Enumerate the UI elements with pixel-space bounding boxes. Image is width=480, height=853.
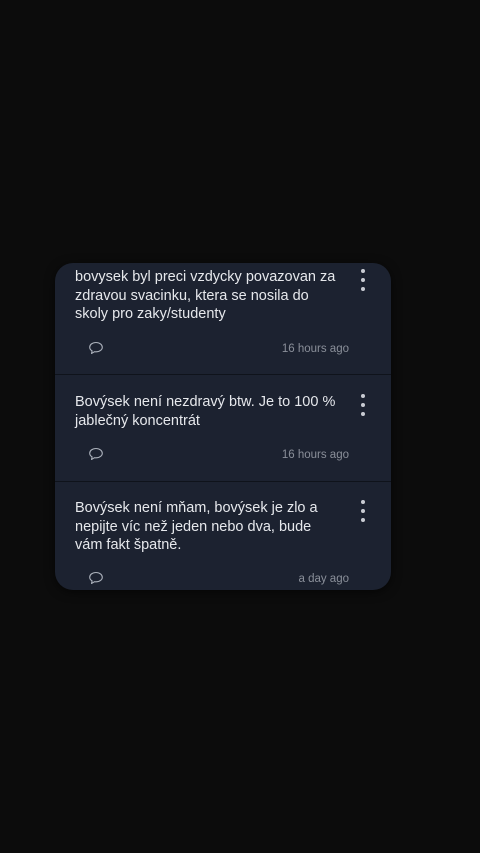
comment-timestamp: 16 hours ago [281, 449, 349, 461]
comment-text: Bovýsek není mňam, bovýsek je zlo a nepi… [75, 500, 318, 553]
dot [361, 394, 365, 398]
dot [361, 287, 365, 291]
dot [361, 509, 365, 513]
comment-item: bovysek byl preci vzdycky povazovan za z… [55, 263, 391, 374]
dot [361, 412, 365, 416]
comment-timestamp: 16 hours ago [281, 343, 349, 355]
more-options-icon[interactable] [357, 500, 369, 522]
dot [361, 518, 365, 522]
reply-speech-bubble-icon[interactable] [88, 447, 104, 461]
comment-item: Bovýsek není mňam, bovýsek je zlo a nepi… [55, 482, 391, 590]
dot [361, 500, 365, 504]
comment-item: Bovýsek není nezdravý btw. Je to 100 % j… [55, 375, 391, 481]
comment-list-card: bovysek byl preci vzdycky povazovan za z… [55, 263, 391, 590]
dot [361, 269, 365, 273]
comment-timestamp: a day ago [298, 573, 349, 585]
reply-speech-bubble-icon[interactable] [88, 341, 104, 355]
comment-text: Bovýsek není nezdravý btw. Je to 100 % j… [75, 394, 336, 429]
dot [361, 278, 365, 282]
dot [361, 403, 365, 407]
reply-speech-bubble-icon[interactable] [88, 571, 104, 585]
comment-text: bovysek byl preci vzdycky povazovan za z… [75, 269, 336, 322]
more-options-icon[interactable] [357, 394, 369, 416]
more-options-icon[interactable] [357, 269, 369, 291]
screen-background: bovysek byl preci vzdycky povazovan za z… [0, 0, 480, 853]
